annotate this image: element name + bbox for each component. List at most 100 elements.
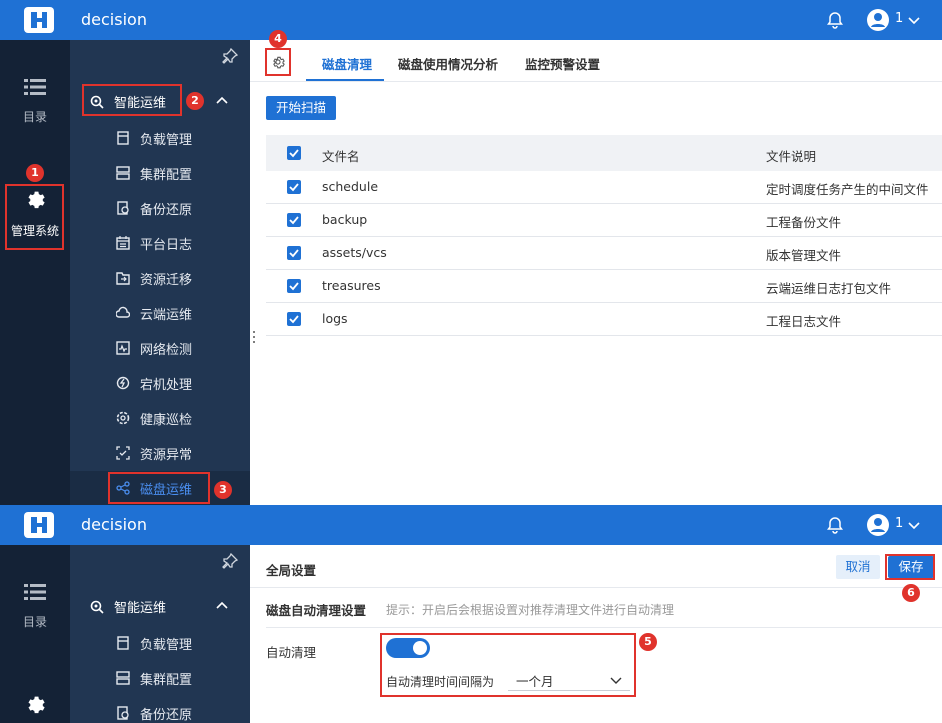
app-title: decision (81, 10, 147, 29)
chevron-down-icon[interactable] (907, 13, 921, 27)
pin-icon[interactable] (222, 553, 238, 569)
check-icon (289, 282, 299, 291)
annotation-badge-2: 2 (186, 92, 204, 110)
sidebar-item-network[interactable]: 网络检测 (116, 331, 192, 365)
screenshot-panel-bottom: decision 1 目录 智能运维 负载管理 集群配置 备份还原 全局设置 取… (0, 505, 942, 723)
file-desc: 版本管理文件 (766, 248, 842, 263)
sidebar-item-cluster[interactable]: 集群配置 (116, 661, 192, 695)
pin-icon[interactable] (222, 48, 238, 64)
nav-catalog[interactable]: 目录 (0, 78, 70, 125)
check-icon (289, 183, 299, 192)
nav-catalog[interactable]: 目录 (0, 583, 70, 630)
table-row[interactable]: backup 工程备份文件 (266, 204, 942, 237)
gear-icon (28, 696, 45, 714)
sidebar-item-anomaly[interactable]: 资源异常 (116, 436, 192, 470)
sidebar-item-load[interactable]: 负载管理 (116, 121, 192, 155)
tab-monitor-alert[interactable]: 监控预警设置 (525, 54, 600, 73)
list-icon (24, 584, 46, 600)
logo-icon (24, 7, 54, 33)
sidebar-item-cloud[interactable]: 云端运维 (116, 296, 192, 330)
screenshot-panel-top: decision 1 目录 管理系统 智能运维 负载管理 集群配置 备份还原 平… (0, 0, 942, 505)
sidebar: 智能运维 负载管理 集群配置 备份还原 (70, 545, 250, 723)
annotation-box-group (82, 84, 182, 116)
list-icon (24, 79, 46, 95)
table-row[interactable]: treasures 云端运维日志打包文件 (266, 270, 942, 303)
avatar[interactable] (867, 514, 889, 536)
row-checkbox[interactable] (287, 279, 301, 293)
annotation-box-gear (265, 48, 291, 76)
start-scan-button[interactable]: 开始扫描 (266, 96, 336, 120)
nav-admin[interactable] (0, 693, 70, 723)
sidebar-item-backup[interactable]: 备份还原 (116, 696, 192, 723)
sidebar-item-health[interactable]: 健康巡检 (116, 401, 192, 435)
chevron-up-icon[interactable] (216, 95, 228, 107)
settings-divider (250, 587, 942, 588)
top-bar: decision 1 (0, 505, 942, 545)
folder-arrow-icon (116, 272, 130, 285)
tab-disk-usage[interactable]: 磁盘使用情况分析 (398, 54, 498, 73)
annotation-box-save (885, 554, 935, 580)
file-desc: 工程日志文件 (766, 314, 842, 329)
monitor-pulse-icon (116, 341, 130, 355)
left-nav: 目录 (0, 545, 70, 723)
sidebar-item-backup[interactable]: 备份还原 (116, 191, 192, 225)
chevron-up-icon[interactable] (216, 600, 228, 612)
row-checkbox[interactable] (287, 312, 301, 326)
file-name: logs (322, 311, 348, 326)
main-content: 磁盘清理 磁盘使用情况分析 监控预警设置 开始扫描 文件名 文件说明 sched… (250, 40, 942, 505)
column-header-desc: 文件说明 (766, 149, 817, 164)
select-all-checkbox[interactable] (287, 146, 301, 160)
sidebar-item-label: 宕机处理 (140, 377, 193, 393)
annotation-box-admin (5, 184, 64, 250)
sidebar-item-crash[interactable]: 宕机处理 (116, 366, 192, 400)
left-nav: 目录 管理系统 (0, 40, 70, 505)
annotation-badge-3: 3 (214, 481, 232, 499)
sidebar-item-logs[interactable]: 平台日志 (116, 226, 192, 260)
avatar[interactable] (867, 9, 889, 31)
cancel-button[interactable]: 取消 (836, 555, 880, 579)
sidebar-group-smart-ops[interactable]: 智能运维 (90, 597, 166, 616)
sidebar-item-load[interactable]: 负载管理 (116, 626, 192, 660)
annotation-badge-5: 5 (639, 633, 657, 651)
sidebar-item-label: 备份还原 (140, 202, 193, 218)
table-row[interactable]: logs 工程日志文件 (266, 303, 942, 336)
bell-icon[interactable] (826, 516, 844, 534)
user-name[interactable]: 1 (895, 516, 903, 531)
sidebar-item-cluster[interactable]: 集群配置 (116, 156, 192, 190)
check-icon (289, 249, 299, 258)
user-name[interactable]: 1 (895, 11, 903, 26)
row-checkbox[interactable] (287, 213, 301, 227)
chevron-down-icon[interactable] (907, 518, 921, 532)
sidebar-item-label: 备份还原 (140, 707, 193, 723)
sidebar-item-migrate[interactable]: 资源迁移 (116, 261, 192, 295)
sidebar-group-label: 智能运维 (114, 601, 167, 616)
backup-icon (117, 706, 129, 720)
sidebar-item-label: 集群配置 (140, 167, 193, 183)
row-checkbox[interactable] (287, 180, 301, 194)
sidebar-item-label: 健康巡检 (140, 412, 193, 428)
user-icon (871, 518, 885, 532)
ops-icon (90, 600, 104, 614)
backup-icon (117, 201, 129, 215)
table-row[interactable]: assets/vcs 版本管理文件 (266, 237, 942, 270)
health-gear-icon (116, 411, 130, 425)
sidebar-item-label: 云端运维 (140, 307, 193, 323)
app-title: decision (81, 515, 147, 534)
load-icon (117, 131, 129, 145)
file-name: backup (322, 212, 368, 227)
section-title: 磁盘自动清理设置 (266, 603, 367, 618)
nav-catalog-label: 目录 (22, 615, 47, 629)
sidebar-item-label: 平台日志 (140, 237, 193, 253)
calendar-icon (116, 236, 130, 250)
scan-icon (116, 446, 130, 460)
bell-icon[interactable] (826, 11, 844, 29)
sidebar-item-label: 资源异常 (140, 447, 193, 463)
tab-disk-cleanup[interactable]: 磁盘清理 (322, 54, 372, 73)
cloud-icon (116, 306, 130, 318)
logo-icon (24, 512, 54, 538)
server-icon (116, 166, 130, 180)
row-checkbox[interactable] (287, 246, 301, 260)
table-row[interactable]: schedule 定时调度任务产生的中间文件 (266, 171, 942, 204)
file-desc: 工程备份文件 (766, 215, 842, 230)
server-icon (116, 671, 130, 685)
